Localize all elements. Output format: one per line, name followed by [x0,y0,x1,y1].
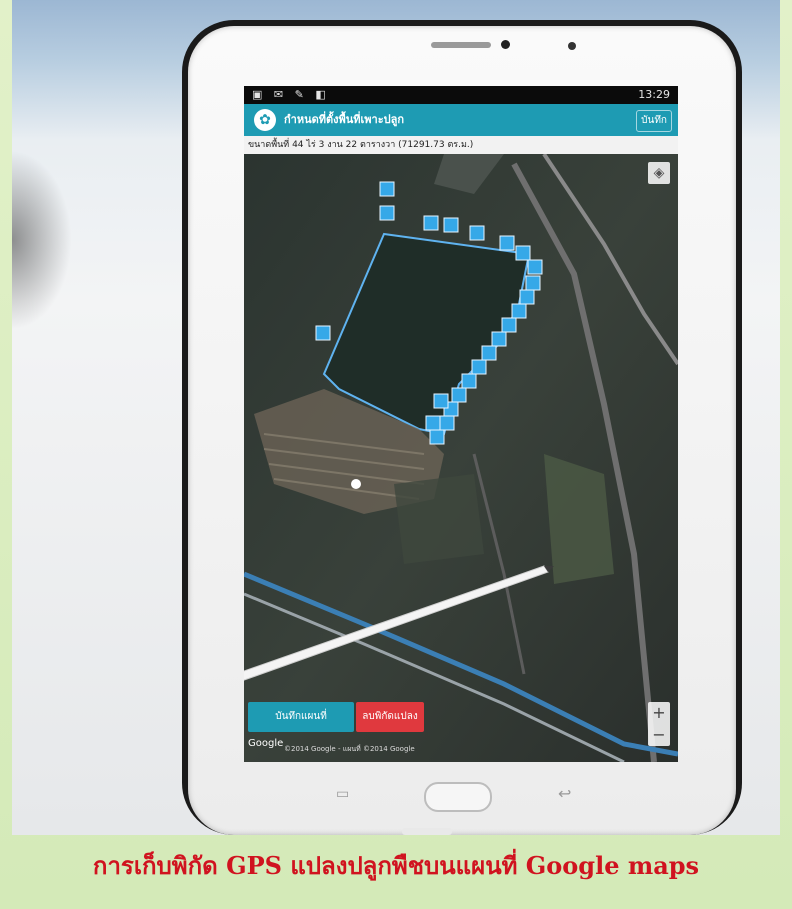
place-marker-icon[interactable] [351,479,361,489]
vertex-marker[interactable] [433,393,449,409]
menu-key-icon[interactable]: ▭ [336,786,349,802]
front-camera-icon [568,42,576,50]
google-logo: Google [248,738,284,749]
notification-icons: ▣ ✉ ✎ ◧ [252,88,330,101]
vertex-marker[interactable] [315,325,331,341]
save-map-button[interactable]: บันทึกแผนที่ [248,702,354,732]
tablet-photo: ▣ ✉ ✎ ◧ 13:29 ✿ กำหนดที่ตั้งพื้นที่เพาะป… [12,0,780,835]
vertex-marker[interactable] [491,331,507,347]
tablet-screen: ▣ ✉ ✎ ◧ 13:29 ✿ กำหนดที่ตั้งพื้นที่เพาะป… [244,86,678,762]
save-map-label: บันทึกแผนที่ [275,711,327,722]
app-header: ✿ กำหนดที่ตั้งพื้นที่เพาะปลูก บันทึก [244,104,678,136]
clear-coordinates-label: ลบพิกัดแปลง [362,711,418,722]
vertex-marker[interactable] [515,245,531,261]
tablet-bezel: ▣ ✉ ✎ ◧ 13:29 ✿ กำหนดที่ตั้งพื้นที่เพาะป… [188,26,736,835]
save-button[interactable]: บันทึก [636,110,672,132]
vertex-marker[interactable] [461,373,477,389]
vertex-marker[interactable] [501,317,517,333]
zoom-out-icon[interactable]: − [648,724,670,746]
vertex-marker[interactable] [527,259,543,275]
vertex-marker[interactable] [379,205,395,221]
speaker-grille [431,42,491,48]
vertex-marker[interactable] [519,289,535,305]
vegetation-patch [394,474,484,564]
photo-shadow [12,150,72,330]
vertex-marker[interactable] [439,415,455,431]
usb-cable [402,828,452,835]
area-readout: ขนาดพื้นที่ 44 ไร่ 3 งาน 22 ตารางวา (712… [244,136,678,154]
map-attribution: ©2014 Google - แผนที่ ©2014 Google [284,745,415,753]
tablet-device: ▣ ✉ ✎ ◧ 13:29 ✿ กำหนดที่ตั้งพื้นที่เพาะป… [182,20,742,835]
vertex-marker[interactable] [481,345,497,361]
vertex-marker[interactable] [429,429,445,445]
zoom-in-icon[interactable]: + [648,702,670,724]
slide-caption: การเก็บพิกัด GPS แปลงปลูกพืชบนแผนที่ Goo… [92,851,700,880]
vertex-marker[interactable] [469,225,485,241]
status-bar: ▣ ✉ ✎ ◧ 13:29 [244,86,678,104]
clear-coordinates-button[interactable]: ลบพิกัดแปลง [356,702,424,732]
vertex-marker[interactable] [525,275,541,291]
sensor-icon [501,40,510,49]
vertex-marker[interactable] [451,387,467,403]
vertex-marker[interactable] [425,415,441,431]
map-canvas[interactable] [244,152,678,762]
vertex-marker[interactable] [379,181,395,197]
vertex-marker[interactable] [499,235,515,251]
my-location-icon[interactable]: ◈ [648,162,670,184]
vertex-marker[interactable] [423,215,439,231]
zoom-control[interactable]: + − [648,702,670,746]
vertex-marker[interactable] [511,303,527,319]
vertex-marker[interactable] [443,217,459,233]
home-button[interactable] [424,782,492,812]
back-key-icon[interactable]: ↩ [558,784,571,803]
vertex-marker[interactable] [471,359,487,375]
app-logo-icon[interactable]: ✿ [254,109,276,131]
satellite-map[interactable]: ◈ + − บันทึกแผนที่ ลบพิกัดแปลง Google ©2… [244,152,678,762]
status-time: 13:29 [638,88,670,101]
app-title: กำหนดที่ตั้งพื้นที่เพาะปลูก [284,113,405,126]
